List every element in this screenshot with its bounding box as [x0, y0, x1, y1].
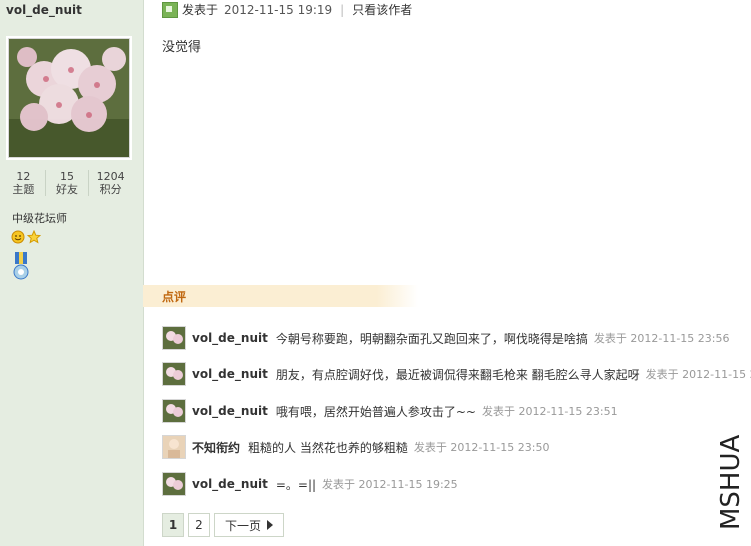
commenter-name[interactable]: vol_de_nuit — [192, 331, 268, 345]
review-item: vol_de_nuit 哦有喂，居然开始普遍人参攻击了~~ 发表于 2012-1… — [162, 399, 618, 423]
post-body: 没觉得 — [162, 40, 202, 55]
smiley-icon — [11, 230, 25, 244]
review-text: 朋友，有点腔调好伐，最近被调侃得来翻毛枪来 翻毛腔么寻人家起呀 — [275, 367, 640, 382]
review-text: =。=|| — [275, 477, 317, 492]
review-item: vol_de_nuit 今朝号称要跑，明朝翻杂面孔又跑回来了，啊伐晓得是啥搞 发… — [162, 326, 729, 350]
author-stats: 12 主题 15 好友 1204 积分 — [2, 170, 132, 196]
review-item: vol_de_nuit =。=|| 发表于 2012-11-15 19:25 — [162, 472, 458, 496]
review-meta: 发表于 2012-11-15 23:56 — [593, 332, 730, 345]
review-text: 哦有喂，居然开始普遍人参攻击了~~ — [275, 404, 476, 419]
avatar-flower-image — [9, 39, 129, 157]
next-page-label: 下一页 — [225, 518, 262, 533]
review-text: 粗糙的人 当然花也养的够粗糙 — [248, 440, 408, 455]
commenter-name[interactable]: 不知衔约 — [192, 439, 240, 456]
post-published-label: 发表于 — [182, 3, 219, 17]
watermark-text: MSHUA — [716, 434, 745, 530]
review-title: 点评 — [162, 290, 187, 304]
commenter-avatar[interactable] — [162, 472, 186, 496]
divider: | — [340, 2, 345, 17]
commenter-name[interactable]: vol_de_nuit — [192, 367, 268, 381]
commenter-avatar[interactable] — [162, 435, 186, 459]
review-text: 今朝号称要跑，明朝翻杂面孔又跑回来了，啊伐晓得是啥搞 — [275, 331, 588, 346]
review-meta: 发表于 2012-11-15 23:54 — [645, 368, 751, 381]
stat-points[interactable]: 1204 积分 — [89, 170, 132, 196]
review-pager: 1 2 下一页 — [162, 513, 285, 537]
author-rank: 中级花坛师 — [12, 212, 67, 225]
commenter-name[interactable]: vol_de_nuit — [192, 404, 268, 418]
post-header: 发表于 2012-11-15 19:19 | 只看该作者 — [162, 1, 412, 18]
review-meta: 发表于 2012-11-15 19:25 — [322, 478, 458, 491]
rank-icons — [11, 230, 41, 244]
star-icon — [27, 230, 41, 244]
review-meta: 发表于 2012-11-15 23:50 — [413, 441, 550, 454]
stat-friends[interactable]: 15 好友 — [46, 170, 90, 196]
review-meta: 发表于 2012-11-15 23:51 — [481, 405, 618, 418]
watermark: MSHUA — [716, 434, 745, 530]
author-avatar[interactable] — [8, 38, 130, 158]
page-2-button[interactable]: 2 — [188, 513, 210, 537]
post-date: 2012-11-15 19:19 — [224, 2, 333, 17]
only-author-link[interactable]: 只看该作者 — [352, 1, 412, 18]
medal-icon[interactable] — [11, 252, 31, 285]
author-sidebar: vol_de_nuit 12 主题 15 好友 1204 积分 中级花坛师 — [0, 0, 144, 546]
commenter-avatar[interactable] — [162, 399, 186, 423]
commenter-name[interactable]: vol_de_nuit — [192, 477, 268, 491]
review-item: 不知衔约 粗糙的人 当然花也养的够粗糙 发表于 2012-11-15 23:50 — [162, 435, 549, 459]
next-page-button[interactable]: 下一页 — [214, 513, 285, 537]
review-item: vol_de_nuit 朋友，有点腔调好伐，最近被调侃得来翻毛枪来 翻毛腔么寻人… — [162, 362, 751, 386]
page-1-button[interactable]: 1 — [162, 513, 184, 537]
stat-topics[interactable]: 12 主题 — [2, 170, 46, 196]
chevron-right-icon — [267, 520, 274, 530]
commenter-avatar[interactable] — [162, 326, 186, 350]
author-username[interactable]: vol_de_nuit — [6, 3, 82, 17]
online-status-icon — [162, 1, 178, 18]
commenter-avatar[interactable] — [162, 362, 186, 386]
